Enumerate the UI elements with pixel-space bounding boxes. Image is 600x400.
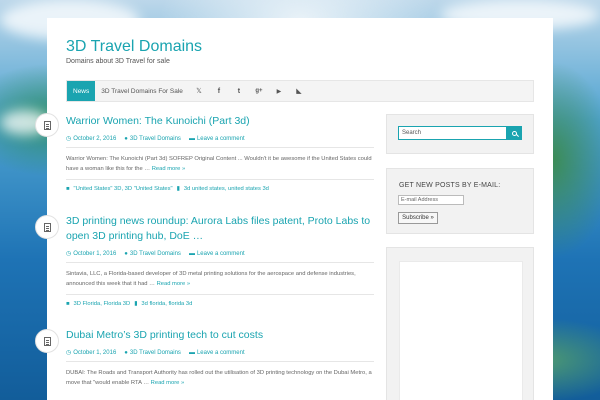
twitter-icon[interactable]: 𝕏	[189, 87, 209, 95]
post-categories[interactable]: "United States" 3D, 3D "United States"	[74, 186, 173, 192]
post-excerpt: Sintavia, LLC, a Florida-based developer…	[66, 270, 374, 289]
post-taxonomy: ■ "United States" 3D, 3D "United States"…	[66, 186, 374, 192]
youtube-icon[interactable]: ▶	[269, 88, 289, 95]
document-icon	[43, 120, 51, 130]
post-excerpt-text: Sintavia, LLC, a Florida-based developer…	[66, 271, 356, 287]
post-excerpt-text: DUBAI: The Roads and Transport Authority…	[66, 370, 372, 386]
post-excerpt-text: Warrior Women: The Kunoichi (Part 3d) SO…	[66, 156, 372, 172]
comment-icon: ▬	[188, 349, 195, 356]
post-excerpt: DUBAI: The Roads and Transport Authority…	[66, 369, 374, 388]
post-format-badge	[35, 215, 59, 239]
post-date-text: October 1, 2016	[73, 251, 117, 257]
search-icon	[512, 130, 517, 136]
clock-icon: ◷	[66, 350, 72, 356]
tumblr-icon[interactable]: t	[229, 88, 249, 95]
page-container: 3D Travel Domains Domains about 3D Trave…	[35, 18, 553, 400]
post-meta: ◷ October 1, 2016 ● 3D Travel Domains ▬ Lea…	[66, 250, 374, 258]
post-comment-text: Leave a comment	[196, 250, 245, 257]
comment-icon: ▬	[188, 250, 195, 257]
post-meta: ◷ October 2, 2016 ● 3D Travel Domains ▬ Lea…	[66, 135, 374, 143]
sidebar-widget	[386, 247, 534, 400]
comment-icon: ▬	[188, 135, 195, 142]
subscribe-widget: GET NEW POSTS BY E-MAIL: E-mail Address …	[386, 168, 534, 234]
nav-item-domains-for-sale[interactable]: 3D Travel Domains For Sale	[95, 81, 189, 101]
document-icon	[43, 222, 51, 232]
post-date[interactable]: ◷ October 2, 2016	[66, 135, 116, 142]
read-more-link[interactable]: Read more »	[157, 281, 191, 287]
folder-icon: ■	[66, 186, 70, 192]
post-title[interactable]: Warrior Women: The Kunoichi (Part 3d)	[66, 114, 374, 129]
post-date[interactable]: ◷ October 1, 2016	[66, 349, 116, 356]
post-comment-link[interactable]: ▬ Leave a comment	[189, 136, 245, 142]
divider	[66, 361, 374, 362]
post-article: 3D printing news roundup: Aurora Labs fi…	[66, 214, 374, 307]
post-tags[interactable]: 3d united states, united states 3d	[184, 186, 269, 192]
email-field[interactable]: E-mail Address	[398, 195, 464, 205]
user-icon: ●	[124, 349, 128, 356]
read-more-link[interactable]: Read more »	[151, 380, 185, 386]
rss-icon[interactable]: ◣	[289, 87, 309, 95]
divider	[66, 294, 374, 295]
post-comment-link[interactable]: ▬ Leave a comment	[189, 350, 245, 356]
post-format-badge	[35, 329, 59, 353]
post-format-badge	[35, 113, 59, 137]
post-author[interactable]: ● 3D Travel Domains	[124, 251, 181, 257]
tag-icon: ▮	[176, 186, 180, 192]
post-date-text: October 2, 2016	[73, 136, 117, 142]
post-author-text: 3D Travel Domains	[129, 349, 181, 356]
read-more-link[interactable]: Read more »	[152, 166, 186, 172]
post-title[interactable]: 3D printing news roundup: Aurora Labs fi…	[66, 214, 374, 244]
post-taxonomy: ■ 3D Florida, Florida 3D ▮ 3d florida, f…	[66, 301, 374, 307]
user-icon: ●	[124, 250, 128, 257]
post-comment-text: Leave a comment	[196, 349, 245, 356]
clock-icon: ◷	[66, 251, 72, 257]
search-widget: Search	[386, 114, 534, 154]
post-title[interactable]: Dubai Metro’s 3D printing tech to cut co…	[66, 328, 374, 343]
subscribe-widget-title: GET NEW POSTS BY E-MAIL:	[399, 182, 501, 189]
widget-content-area	[399, 261, 523, 400]
post-meta: ◷ October 1, 2016 ● 3D Travel Domains ▬ Lea…	[66, 349, 374, 357]
post-article: Dubai Metro’s 3D printing tech to cut co…	[66, 328, 374, 388]
post-comment-text: Leave a comment	[196, 135, 245, 142]
subscribe-button[interactable]: Subscribe »	[398, 212, 438, 224]
document-icon	[43, 336, 51, 346]
tag-icon: ▮	[134, 301, 138, 307]
post-excerpt: Warrior Women: The Kunoichi (Part 3d) SO…	[66, 155, 374, 174]
post-author[interactable]: ● 3D Travel Domains	[124, 136, 181, 142]
post-date[interactable]: ◷ October 1, 2016	[66, 250, 116, 257]
post-article: Warrior Women: The Kunoichi (Part 3d) ◷ O…	[66, 114, 374, 192]
nav-item-news[interactable]: News	[67, 81, 96, 101]
facebook-icon[interactable]: f	[209, 88, 229, 95]
site-description: Domains about 3D Travel for sale	[66, 58, 170, 65]
main-navigation: News 3D Travel Domains For Sale 𝕏 f t g+…	[66, 80, 534, 102]
post-date-text: October 1, 2016	[73, 350, 117, 356]
post-author-text: 3D Travel Domains	[129, 250, 181, 257]
clock-icon: ◷	[66, 136, 72, 142]
post-tags[interactable]: 3d florida, florida 3d	[141, 301, 192, 307]
google-plus-icon[interactable]: g+	[249, 88, 269, 94]
user-icon: ●	[124, 135, 128, 142]
search-button[interactable]	[507, 126, 522, 140]
post-categories[interactable]: 3D Florida, Florida 3D	[74, 301, 131, 307]
divider	[66, 262, 374, 263]
search-input[interactable]: Search	[398, 126, 507, 140]
folder-icon: ■	[66, 301, 70, 307]
post-author[interactable]: ● 3D Travel Domains	[124, 350, 181, 356]
divider	[66, 147, 374, 148]
post-comment-link[interactable]: ▬ Leave a comment	[189, 251, 245, 257]
site-title[interactable]: 3D Travel Domains	[66, 38, 202, 56]
divider	[66, 179, 374, 180]
post-author-text: 3D Travel Domains	[129, 135, 181, 142]
